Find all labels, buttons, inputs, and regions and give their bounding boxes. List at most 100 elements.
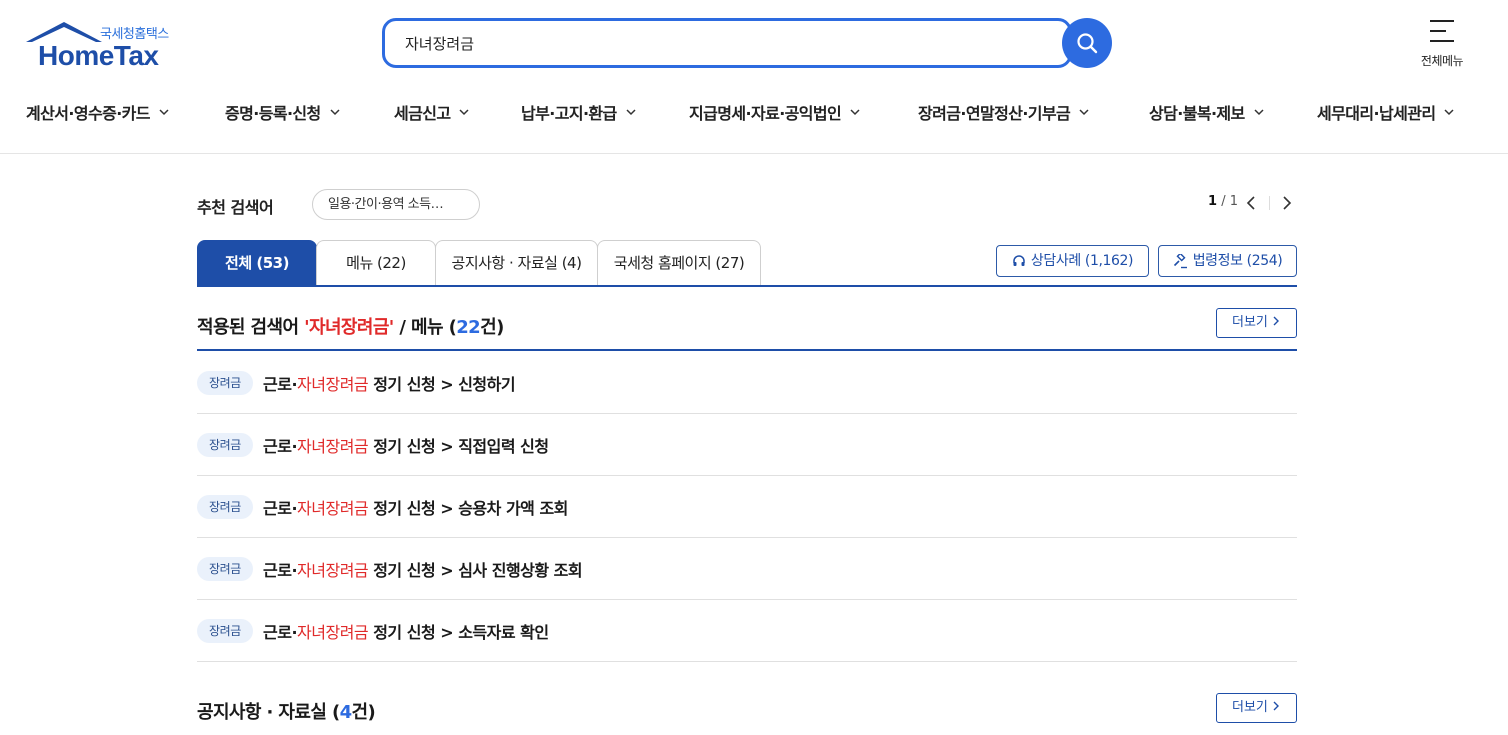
result-post: 정기 신청 > 신청하기 (368, 375, 516, 394)
menu-section-title: 적용된 검색어 '자녀장려금' / 메뉴 (22건) (197, 313, 504, 339)
result-pre: 근로· (263, 561, 298, 580)
nav-item-certificate[interactable]: 증명·등록·신청 (225, 100, 340, 124)
result-post: 정기 신청 > 승용차 가액 조회 (368, 499, 568, 518)
tab-menu[interactable]: 메뉴 (22) (316, 240, 436, 286)
menu-more-button[interactable]: 더보기 (1216, 308, 1297, 338)
category-badge: 장려금 (197, 495, 253, 519)
category-badge: 장려금 (197, 433, 253, 457)
search-input[interactable] (405, 32, 1045, 54)
nav-item-consult[interactable]: 상담·불복·제보 (1149, 100, 1264, 124)
tab-notice[interactable]: 공지사항 · 자료실 (4) (435, 240, 598, 286)
global-nav: 계산서·영수증·카드 증명·등록·신청 세금신고 납부·고지·환급 지급명세·자… (0, 100, 1508, 126)
nav-item-invoice[interactable]: 계산서·영수증·카드 (26, 100, 169, 124)
chevron-down-icon (850, 109, 860, 116)
result-highlight: 자녀장려금 (297, 561, 369, 580)
result-row[interactable]: 장려금 근로·자녀장려금 정기 신청 > 신청하기 (197, 352, 1297, 414)
recommend-chip[interactable]: 일용·간이·용역 소득… (312, 189, 480, 220)
result-post: 정기 신청 > 소득자료 확인 (368, 623, 549, 642)
result-pre: 근로· (263, 499, 298, 518)
all-menu-label: 전체메뉴 (1420, 54, 1464, 68)
search-icon (1077, 33, 1098, 54)
recommend-pager: 1 / 1 (1208, 194, 1238, 209)
result-highlight: 자녀장려금 (297, 437, 369, 456)
hamburger-icon (1430, 20, 1454, 50)
nav-label: 세무대리·납세관리 (1317, 104, 1436, 123)
nav-label: 장려금·연말정산·기부금 (918, 104, 1071, 123)
chevron-down-icon (1079, 109, 1089, 116)
nav-label: 지급명세·자료·공익법인 (689, 104, 842, 123)
title-mid: / 메뉴 ( (393, 317, 457, 338)
title-count: 22 (456, 317, 481, 338)
result-row[interactable]: 장려금 근로·자녀장려금 정기 신청 > 심사 진행상황 조회 (197, 538, 1297, 600)
result-row[interactable]: 장려금 근로·자녀장려금 정기 신청 > 소득자료 확인 (197, 600, 1297, 662)
recommend-label: 추천 검색어 (197, 198, 274, 217)
title-prefix: 적용된 검색어 (197, 317, 305, 338)
more-label: 더보기 (1231, 700, 1268, 715)
result-row[interactable]: 장려금 근로·자녀장려금 정기 신청 > 직접입력 신청 (197, 414, 1297, 476)
chevron-down-icon (1444, 109, 1454, 116)
logo-title: HomeTax (38, 40, 159, 71)
search-box (382, 18, 1072, 68)
result-link[interactable]: 근로·자녀장려금 정기 신청 > 직접입력 신청 (263, 433, 549, 457)
title-suffix: 건) (351, 702, 376, 723)
nav-label: 상담·불복·제보 (1149, 104, 1245, 123)
consult-cases-button[interactable]: 상담사례 (1,162) (996, 245, 1149, 277)
search-button[interactable] (1062, 18, 1112, 68)
result-row[interactable]: 장려금 근로·자녀장려금 정기 신청 > 승용차 가액 조회 (197, 476, 1297, 538)
chevron-left-icon[interactable] (1244, 195, 1260, 211)
nav-item-payment-statement[interactable]: 지급명세·자료·공익법인 (689, 100, 860, 124)
notice-more-button[interactable]: 더보기 (1216, 693, 1297, 723)
nav-item-payment[interactable]: 납부·고지·환급 (521, 100, 636, 124)
tab-all[interactable]: 전체 (53) (197, 240, 317, 286)
tab-underline (197, 285, 1297, 287)
chevron-down-icon (330, 109, 340, 116)
result-link[interactable]: 근로·자녀장려금 정기 신청 > 승용차 가액 조회 (263, 495, 568, 519)
headset-icon (1013, 255, 1025, 266)
result-highlight: 자녀장려금 (297, 499, 369, 518)
category-badge: 장려금 (197, 557, 253, 581)
result-pre: 근로· (263, 437, 298, 456)
pager-current: 1 (1208, 194, 1218, 209)
hometax-logo[interactable]: 국세청홈택스 HomeTax (26, 20, 176, 71)
result-link[interactable]: 근로·자녀장려금 정기 신청 > 소득자료 확인 (263, 619, 549, 643)
all-menu-button[interactable]: 전체메뉴 (1412, 18, 1472, 70)
chevron-down-icon (1254, 109, 1264, 116)
nav-item-tax-report[interactable]: 세금신고 (394, 100, 470, 124)
category-badge: 장려금 (197, 619, 253, 643)
chevron-right-icon (1273, 316, 1280, 326)
law-info-label: 법령정보 (254) (1192, 253, 1283, 269)
law-info-button[interactable]: 법령정보 (254) (1158, 245, 1297, 277)
tab-nts-homepage[interactable]: 국세청 홈페이지 (27) (597, 240, 761, 286)
nav-label: 세금신고 (394, 104, 451, 123)
section-divider (197, 349, 1297, 351)
chevron-right-icon[interactable] (1278, 195, 1294, 211)
chevron-down-icon (626, 109, 636, 116)
consult-cases-label: 상담사례 (1,162) (1030, 253, 1134, 269)
nav-label: 증명·등록·신청 (225, 104, 321, 123)
notice-section-title: 공지사항 · 자료실 (4건) (197, 698, 376, 724)
nav-item-tax-agent[interactable]: 세무대리·납세관리 (1317, 100, 1454, 124)
result-link[interactable]: 근로·자녀장려금 정기 신청 > 신청하기 (263, 371, 516, 395)
title-prefix: 공지사항 · 자료실 ( (197, 702, 340, 723)
nav-label: 계산서·영수증·카드 (26, 104, 151, 123)
header: 국세청홈택스 HomeTax 전체메뉴 계산서·영수증·카드 증명·등록·신청 … (0, 0, 1508, 154)
result-pre: 근로· (263, 623, 298, 642)
result-highlight: 자녀장려금 (297, 375, 369, 394)
title-count: 4 (339, 702, 353, 723)
nav-item-incentive[interactable]: 장려금·연말정산·기부금 (918, 100, 1089, 124)
chevron-right-icon (1273, 701, 1280, 711)
result-highlight: 자녀장려금 (297, 623, 369, 642)
result-link[interactable]: 근로·자녀장려금 정기 신청 > 심사 진행상황 조회 (263, 557, 583, 581)
result-post: 정기 신청 > 직접입력 신청 (368, 437, 549, 456)
pager-total: / 1 (1221, 194, 1238, 209)
chevron-down-icon (159, 109, 169, 116)
pager-divider (1269, 196, 1270, 210)
chevron-down-icon (459, 109, 470, 116)
more-label: 더보기 (1231, 315, 1268, 330)
nav-label: 납부·고지·환급 (521, 104, 617, 123)
title-suffix: 건) (480, 317, 504, 338)
title-keyword: '자녀장려금' (304, 317, 394, 338)
gavel-icon (1173, 253, 1187, 268)
result-post: 정기 신청 > 심사 진행상황 조회 (368, 561, 583, 580)
result-pre: 근로· (263, 375, 298, 394)
